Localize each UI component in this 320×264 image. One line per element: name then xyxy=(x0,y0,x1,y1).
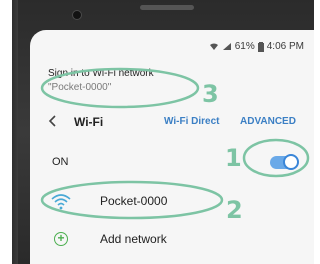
network-name: Pocket-0000 xyxy=(100,194,168,208)
signal-icon xyxy=(222,43,231,50)
battery-percent: 61% xyxy=(234,41,255,52)
advanced-button[interactable]: ADVANCED xyxy=(240,116,296,127)
toggle-knob xyxy=(283,154,299,170)
page-title: Wi-Fi xyxy=(74,115,104,129)
notification-title: Sign in to Wi-Fi network xyxy=(48,68,154,79)
network-list-item[interactable]: Pocket-0000 xyxy=(30,182,314,221)
wifi-signal-icon xyxy=(51,194,71,210)
toolbar: Wi-Fi Wi-Fi Direct ADVANCED xyxy=(30,104,314,145)
callout-number-2: 2 xyxy=(226,196,243,224)
wifi-master-switch-row[interactable]: ON xyxy=(30,144,314,183)
front-camera xyxy=(72,10,82,20)
wifi-toggle[interactable] xyxy=(270,154,299,170)
wifi-direct-button[interactable]: Wi-Fi Direct xyxy=(164,116,219,127)
back-arrow-icon[interactable] xyxy=(46,114,60,128)
battery-icon xyxy=(257,41,264,52)
status-icons: 61% 4:06 PM xyxy=(209,41,304,52)
phone-screen: 61% 4:06 PM Wi-Fi Wi-Fi Direct ADVANCED … xyxy=(30,30,314,264)
callout-number-3: 3 xyxy=(202,80,219,108)
plus-icon: + xyxy=(54,232,68,246)
status-bar: 61% 4:06 PM xyxy=(30,30,314,52)
earpiece-speaker xyxy=(140,5,194,10)
background xyxy=(0,0,12,264)
wifi-state-label: ON xyxy=(52,156,69,168)
add-network-label: Add network xyxy=(100,232,167,246)
wifi-icon xyxy=(209,43,218,50)
callout-number-1: 1 xyxy=(225,144,242,172)
add-network-row[interactable]: + Add network xyxy=(30,220,314,264)
notification-network-name: "Pocket-0000" xyxy=(48,82,112,93)
clock: 4:06 PM xyxy=(266,41,304,52)
